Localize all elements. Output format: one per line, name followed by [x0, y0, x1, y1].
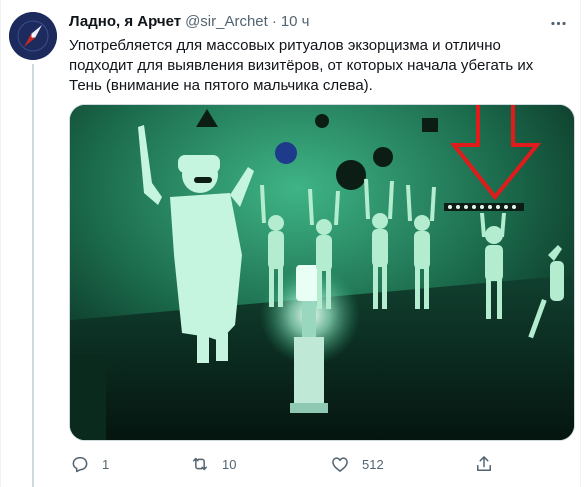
compass-needle-icon — [9, 12, 57, 60]
reply-count: 1 — [102, 456, 110, 472]
thread-line — [32, 64, 34, 487]
retweet-icon — [193, 457, 207, 471]
photo-with-red-arrow — [70, 105, 574, 440]
tweet-header: Ладно, я Арчет @sir_Archet · 10 ч — [69, 12, 309, 32]
share-button[interactable] — [474, 452, 494, 476]
reply-icon — [72, 457, 88, 473]
tweet-actions: 1 10 512 — [62, 452, 502, 476]
share-icon — [477, 456, 491, 471]
reply-button[interactable]: 1 — [70, 452, 109, 476]
display-name[interactable]: Ладно, я Арчет — [69, 12, 181, 32]
retweet-count: 10 — [222, 456, 237, 472]
avatar[interactable] — [9, 12, 57, 60]
feed-border-right — [580, 0, 581, 487]
tweet-time[interactable]: 10 ч — [281, 12, 310, 32]
more-button[interactable] — [545, 10, 571, 36]
heart-icon — [332, 457, 348, 472]
tweet-text: Употребляется для массовых ритуалов экзо… — [69, 37, 534, 94]
more-dots-icon — [550, 21, 566, 25]
like-button[interactable]: 512 — [330, 452, 384, 476]
tweet-photo[interactable] — [69, 104, 575, 441]
retweet-button[interactable]: 10 — [190, 452, 236, 476]
like-count: 512 — [362, 456, 384, 472]
tweet[interactable]: Ладно, я Арчет @sir_Archet · 10 ч Употре… — [0, 0, 580, 487]
user-handle[interactable]: @sir_Archet — [185, 12, 268, 32]
separator-dot: · — [271, 13, 277, 30]
